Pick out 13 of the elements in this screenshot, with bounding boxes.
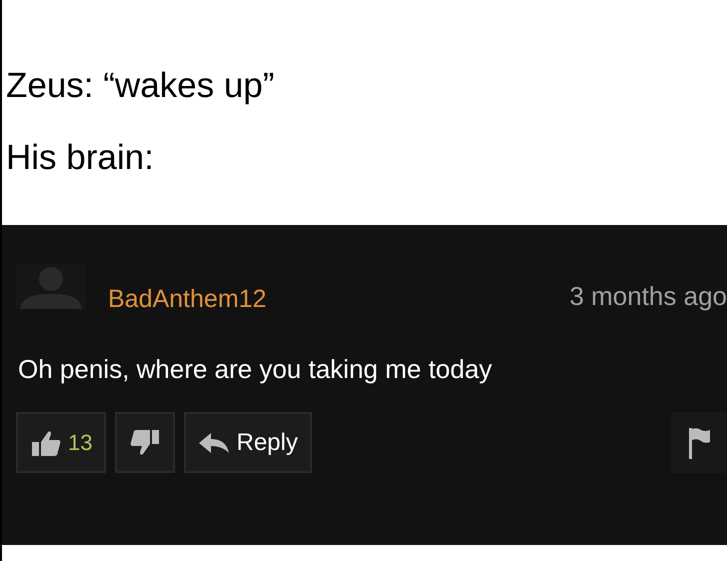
thumbs-down-icon [129, 428, 162, 458]
like-button[interactable]: 13 [16, 412, 106, 473]
reply-arrow-icon [198, 430, 230, 454]
dislike-button[interactable] [115, 412, 176, 473]
flag-button[interactable] [671, 412, 727, 473]
caption-text: Zeus: “wakes up” [6, 66, 276, 106]
flag-icon [687, 426, 711, 460]
comment-text: Oh penis, where are you taking me today [18, 354, 494, 386]
caption-text: His brain: [6, 138, 155, 178]
comment-time: 3 months ago [569, 281, 727, 312]
reply-button[interactable]: Reply [184, 412, 312, 473]
like-count: 13 [68, 430, 92, 456]
username-link[interactable]: BadAnthem12 [108, 285, 266, 314]
